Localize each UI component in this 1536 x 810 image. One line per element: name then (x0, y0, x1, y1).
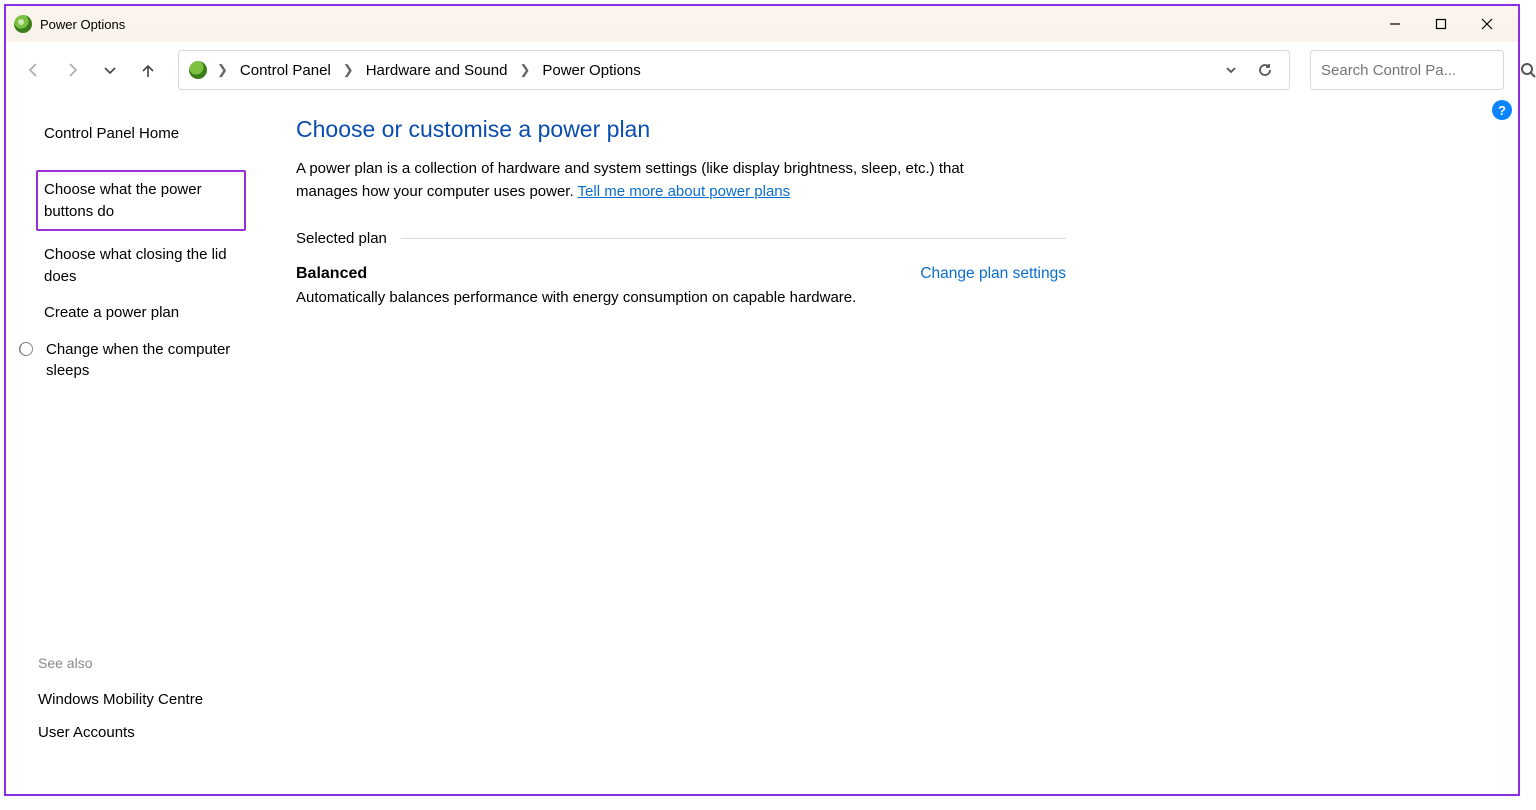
breadcrumb-leaf[interactable]: Power Options (540, 62, 642, 79)
body: ? Control Panel Home Choose what the pow… (6, 98, 1518, 794)
page-description: A power plan is a collection of hardware… (296, 157, 1016, 204)
sidebar: Control Panel Home Choose what the power… (6, 98, 276, 794)
chevron-right-icon[interactable]: ❯ (515, 62, 534, 78)
breadcrumb-root[interactable]: Control Panel (238, 62, 333, 79)
help-button[interactable]: ? (1492, 100, 1512, 120)
chevron-right-icon[interactable]: ❯ (213, 62, 232, 78)
change-plan-settings-link[interactable]: Change plan settings (920, 265, 1066, 283)
see-also-label: See also (38, 655, 266, 671)
sidebar-link-create-plan[interactable]: Create a power plan (38, 295, 248, 331)
sidebar-home-link[interactable]: Control Panel Home (38, 116, 248, 152)
page-title: Choose or customise a power plan (296, 116, 1478, 143)
plan-name: Balanced (296, 265, 367, 283)
toolbar: ❯ Control Panel ❯ Hardware and Sound ❯ P… (6, 42, 1518, 98)
sidebar-link-sleep-row: Change when the computer sleeps (38, 335, 266, 390)
close-button[interactable] (1464, 6, 1510, 42)
window-frame: Power Options ❯ Control Panel ❯ (4, 4, 1520, 796)
window-title: Power Options (40, 17, 125, 32)
sidebar-link-closing-lid[interactable]: Choose what closing the lid does (38, 237, 248, 295)
selected-plan-label: Selected plan (296, 230, 387, 247)
tell-me-more-link[interactable]: Tell me more about power plans (578, 183, 791, 200)
search-box[interactable] (1310, 50, 1504, 90)
plan-row: Balanced Change plan settings (296, 265, 1066, 283)
see-also-mobility-centre[interactable]: Windows Mobility Centre (38, 683, 248, 717)
up-button[interactable] (134, 56, 162, 84)
sidebar-link-power-buttons[interactable]: Choose what the power buttons do (36, 170, 246, 232)
sidebar-see-also: See also Windows Mobility Centre User Ac… (38, 655, 266, 775)
refresh-button[interactable] (1251, 56, 1279, 84)
divider (401, 238, 1066, 239)
chevron-right-icon[interactable]: ❯ (339, 62, 358, 78)
forward-button[interactable] (58, 56, 86, 84)
search-icon[interactable] (1520, 62, 1536, 78)
search-input[interactable] (1321, 62, 1520, 79)
content: Choose or customise a power plan A power… (276, 98, 1518, 794)
address-bar[interactable]: ❯ Control Panel ❯ Hardware and Sound ❯ P… (178, 50, 1290, 90)
breadcrumb-mid[interactable]: Hardware and Sound (364, 62, 510, 79)
plan-description: Automatically balances performance with … (296, 289, 936, 306)
power-options-icon (189, 61, 207, 79)
address-dropdown-button[interactable] (1217, 56, 1245, 84)
maximize-button[interactable] (1418, 6, 1464, 42)
titlebar: Power Options (6, 6, 1518, 42)
power-options-icon (14, 15, 32, 33)
recent-locations-button[interactable] (96, 56, 124, 84)
see-also-user-accounts[interactable]: User Accounts (38, 716, 248, 750)
selected-plan-section: Selected plan Balanced Change plan setti… (296, 230, 1066, 306)
moon-icon (18, 341, 34, 357)
sidebar-link-sleep[interactable]: Change when the computer sleeps (40, 335, 250, 390)
back-button[interactable] (20, 56, 48, 84)
minimize-button[interactable] (1372, 6, 1418, 42)
